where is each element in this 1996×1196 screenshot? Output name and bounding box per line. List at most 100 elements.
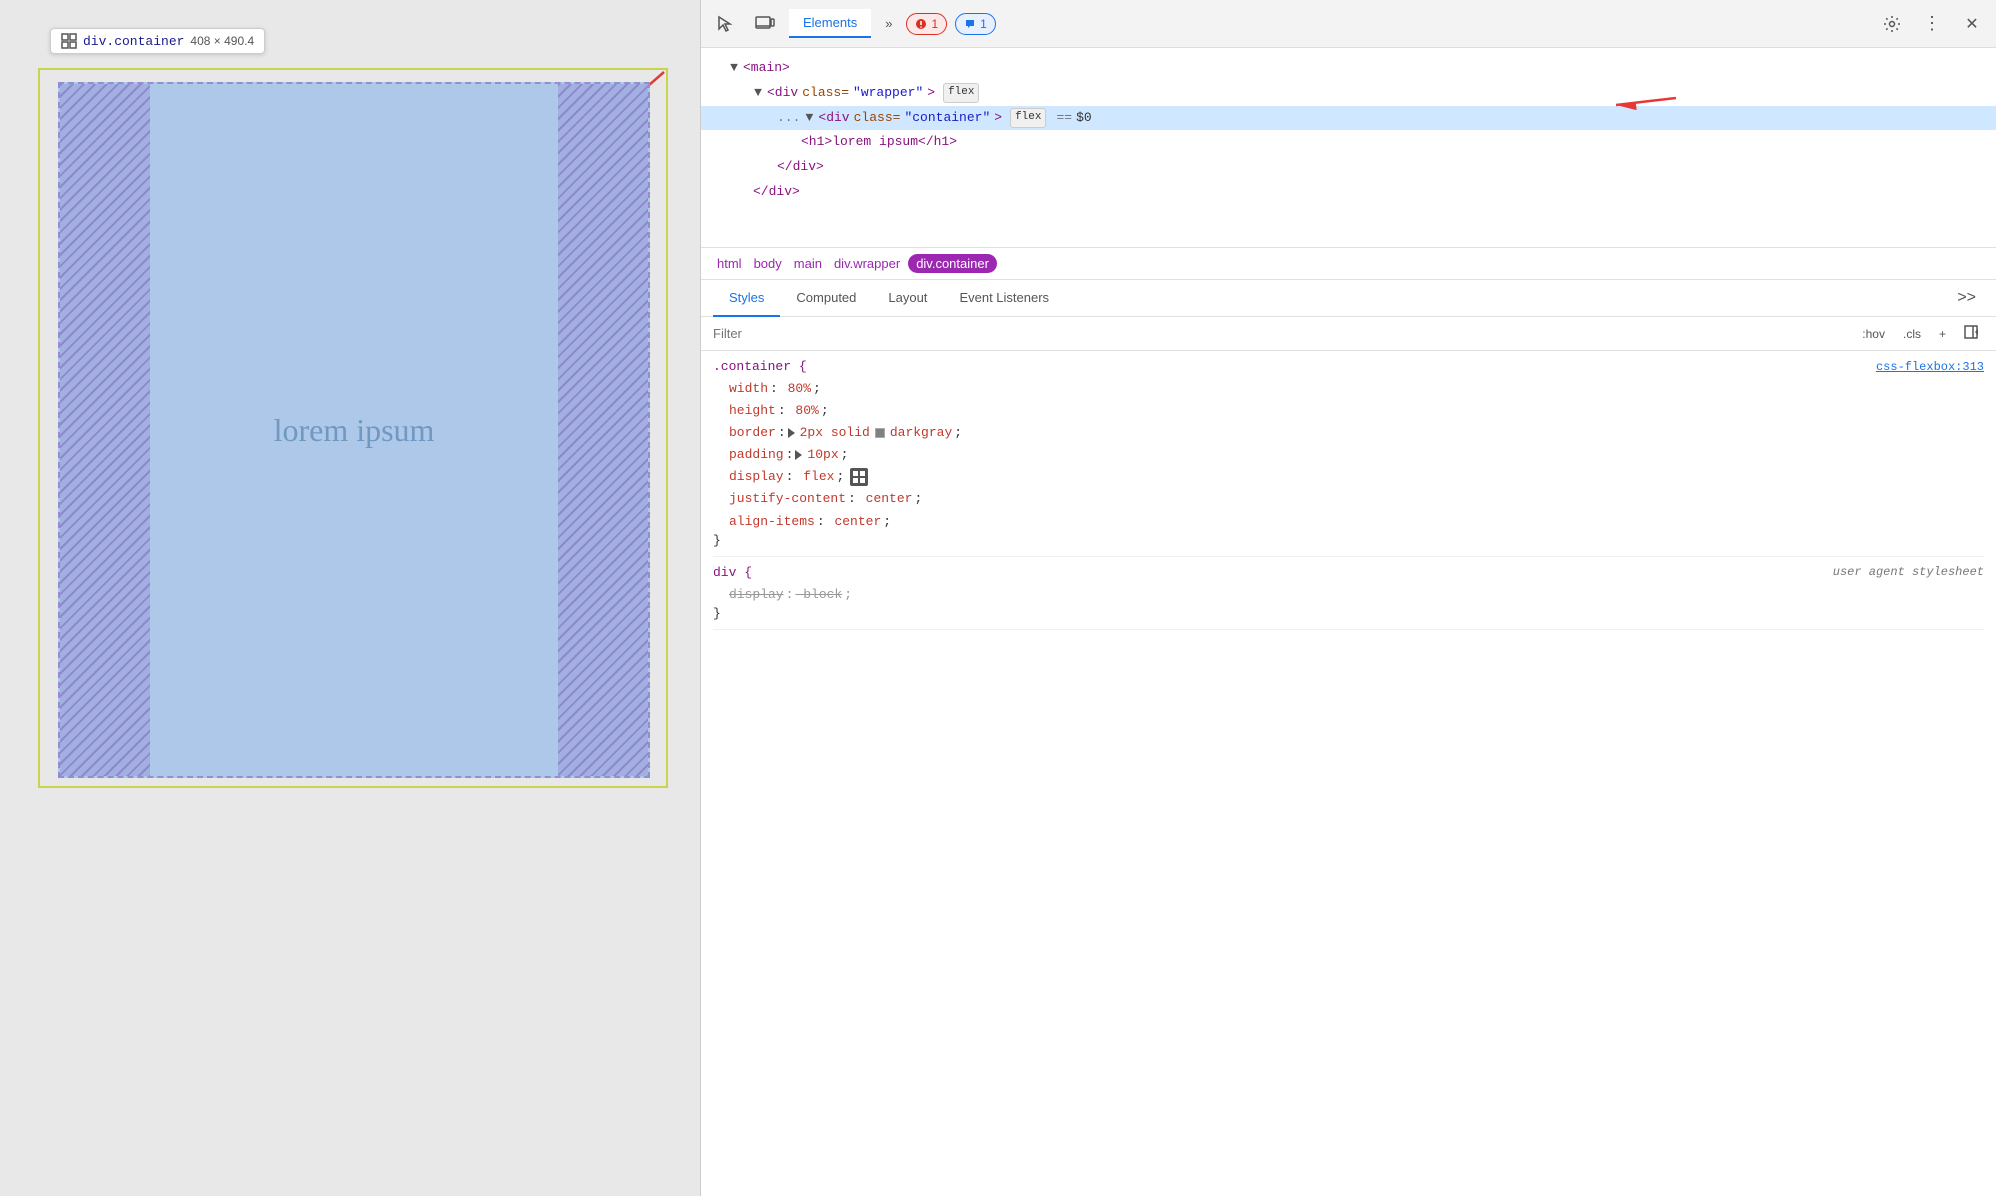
container-rule: .container { css-flexbox:313 width : 80%… bbox=[713, 351, 1984, 557]
div-source: user agent stylesheet bbox=[1833, 565, 1984, 579]
more-options-button[interactable]: ⋮ bbox=[1916, 8, 1948, 40]
css-colon-5: : bbox=[786, 466, 794, 488]
dom-tree: ▼ <main> ▼ <div class= "wrapper" > flex … bbox=[701, 48, 1996, 248]
dom-attr-value-container: "container" bbox=[904, 108, 990, 129]
div-selector: div { user agent stylesheet bbox=[713, 565, 1984, 580]
elements-tab-button[interactable]: Elements bbox=[789, 9, 871, 38]
dom-tag-wrapper-open: <div bbox=[767, 83, 798, 104]
breadcrumb-container[interactable]: div.container bbox=[908, 254, 997, 273]
padding-triangle[interactable] bbox=[795, 450, 802, 460]
dom-row-close-container[interactable]: </div> bbox=[701, 155, 1996, 180]
div-rule-body: display : block ; bbox=[713, 584, 1984, 606]
css-display-ua-prop: display bbox=[729, 584, 784, 606]
css-colon-4: : bbox=[786, 444, 794, 466]
darkgray-swatch[interactable] bbox=[875, 428, 885, 438]
filter-input[interactable] bbox=[713, 326, 1848, 341]
dom-tag-main: <main> bbox=[743, 58, 790, 79]
dom-row-close-wrapper[interactable]: </div> bbox=[701, 180, 1996, 205]
dom-attr-class-wrapper: class= bbox=[802, 83, 849, 104]
chat-badge: 1 bbox=[955, 13, 996, 35]
breadcrumb-bar: html body main div.wrapper div.container bbox=[701, 248, 1996, 280]
device-tool-button[interactable] bbox=[749, 8, 781, 40]
div-ua-rule: div { user agent stylesheet display : bl… bbox=[713, 557, 1984, 630]
css-colon-1: : bbox=[770, 378, 778, 400]
triangle-wrapper: ▼ bbox=[753, 83, 763, 104]
triangle-main: ▼ bbox=[729, 58, 739, 79]
flex-grid-icon[interactable] bbox=[850, 468, 868, 486]
breadcrumb-wrapper[interactable]: div.wrapper bbox=[830, 254, 904, 273]
dom-tag-container-close: > bbox=[994, 108, 1002, 129]
css-border-line: border : 2px solid darkgray ; bbox=[729, 422, 1984, 444]
dom-attr-class-container: class= bbox=[854, 108, 901, 129]
css-colon-ua: : bbox=[786, 584, 794, 606]
dom-row-wrapper[interactable]: ▼ <div class= "wrapper" > flex bbox=[701, 81, 1996, 106]
breadcrumb-html[interactable]: html bbox=[713, 254, 746, 273]
tab-computed[interactable]: Computed bbox=[780, 280, 872, 317]
container-source[interactable]: css-flexbox:313 bbox=[1876, 360, 1984, 374]
css-semi-3: ; bbox=[954, 422, 962, 444]
css-align-prop: align-items bbox=[729, 511, 815, 533]
css-padding-value: 10px bbox=[807, 444, 838, 466]
dom-tag-close-container: </div> bbox=[777, 157, 824, 178]
css-semi-ua: ; bbox=[844, 584, 852, 606]
container-rule-close: } bbox=[713, 533, 1984, 548]
css-border-color: darkgray bbox=[890, 422, 952, 444]
tab-layout[interactable]: Layout bbox=[872, 280, 943, 317]
toggle-sidebar-button[interactable] bbox=[1958, 323, 1984, 344]
tab-more[interactable]: >> bbox=[1949, 281, 1984, 315]
dom-row-h1[interactable]: <h1>lorem ipsum</h1> bbox=[701, 130, 1996, 155]
triangle-container: ▼ bbox=[804, 108, 814, 129]
dom-row-container[interactable]: ... ▼ <div class= "container" > flex == … bbox=[701, 106, 1996, 131]
tab-event-listeners[interactable]: Event Listeners bbox=[943, 280, 1065, 317]
element-icon bbox=[61, 33, 77, 49]
red-arrow-2 bbox=[1596, 93, 1696, 143]
device-icon bbox=[755, 15, 775, 33]
styles-content: .container { css-flexbox:313 width : 80%… bbox=[701, 351, 1996, 1196]
css-justify-value: center bbox=[858, 488, 913, 510]
dom-row-main[interactable]: ▼ <main> bbox=[701, 56, 1996, 81]
flex-badge-container: flex bbox=[1010, 108, 1046, 128]
error-icon bbox=[915, 18, 927, 30]
css-semi-7: ; bbox=[883, 511, 891, 533]
css-width-prop: width bbox=[729, 378, 768, 400]
tab-styles[interactable]: Styles bbox=[713, 280, 780, 317]
css-semi-4: ; bbox=[841, 444, 849, 466]
border-triangle[interactable] bbox=[788, 428, 795, 438]
element-tooltip: div.container 408 × 490.4 bbox=[50, 28, 265, 54]
tabs-row: Styles Computed Layout Event Listeners >… bbox=[701, 280, 1996, 317]
dom-tag-wrapper-close: > bbox=[927, 83, 935, 104]
devtools-toolbar: Elements » 1 1 ⋮ ✕ bbox=[701, 0, 1996, 48]
breadcrumb-main[interactable]: main bbox=[790, 254, 826, 273]
css-colon-3: : bbox=[778, 422, 786, 444]
settings-button[interactable] bbox=[1876, 8, 1908, 40]
gear-icon bbox=[1883, 15, 1901, 33]
css-semi-2: ; bbox=[821, 400, 829, 422]
dom-tag-container-open: <div bbox=[818, 108, 849, 129]
dom-dots-container: ... bbox=[777, 108, 800, 129]
css-justify-prop: justify-content bbox=[729, 488, 846, 510]
css-colon-7: : bbox=[817, 511, 825, 533]
css-padding-line: padding : 10px ; bbox=[729, 444, 1984, 466]
div-rule-close: } bbox=[713, 606, 1984, 621]
breadcrumb-body[interactable]: body bbox=[750, 254, 786, 273]
css-display-ua-value: block bbox=[795, 584, 842, 606]
add-style-button[interactable]: + bbox=[1933, 325, 1952, 343]
filter-row: :hov .cls + bbox=[701, 317, 1996, 351]
error-count: 1 bbox=[931, 17, 938, 31]
css-border-value: 2px solid bbox=[800, 422, 870, 444]
cursor-tool-button[interactable] bbox=[709, 8, 741, 40]
css-height-prop: height bbox=[729, 400, 776, 422]
hov-button[interactable]: :hov bbox=[1856, 325, 1891, 343]
toggle-sidebar-icon bbox=[1964, 325, 1978, 339]
cursor-icon bbox=[716, 15, 734, 33]
css-semi-6: ; bbox=[914, 488, 922, 510]
css-colon-6: : bbox=[848, 488, 856, 510]
css-width-line: width : 80% ; bbox=[729, 378, 1984, 400]
css-display-line: display : flex ; bbox=[729, 466, 1984, 488]
css-semi-5: ; bbox=[836, 466, 844, 488]
cls-button[interactable]: .cls bbox=[1897, 325, 1927, 343]
flex-badge-wrapper: flex bbox=[943, 83, 979, 103]
padding-left bbox=[60, 84, 150, 776]
close-devtools-button[interactable]: ✕ bbox=[1956, 8, 1988, 40]
more-tabs-button[interactable]: » bbox=[879, 12, 898, 35]
